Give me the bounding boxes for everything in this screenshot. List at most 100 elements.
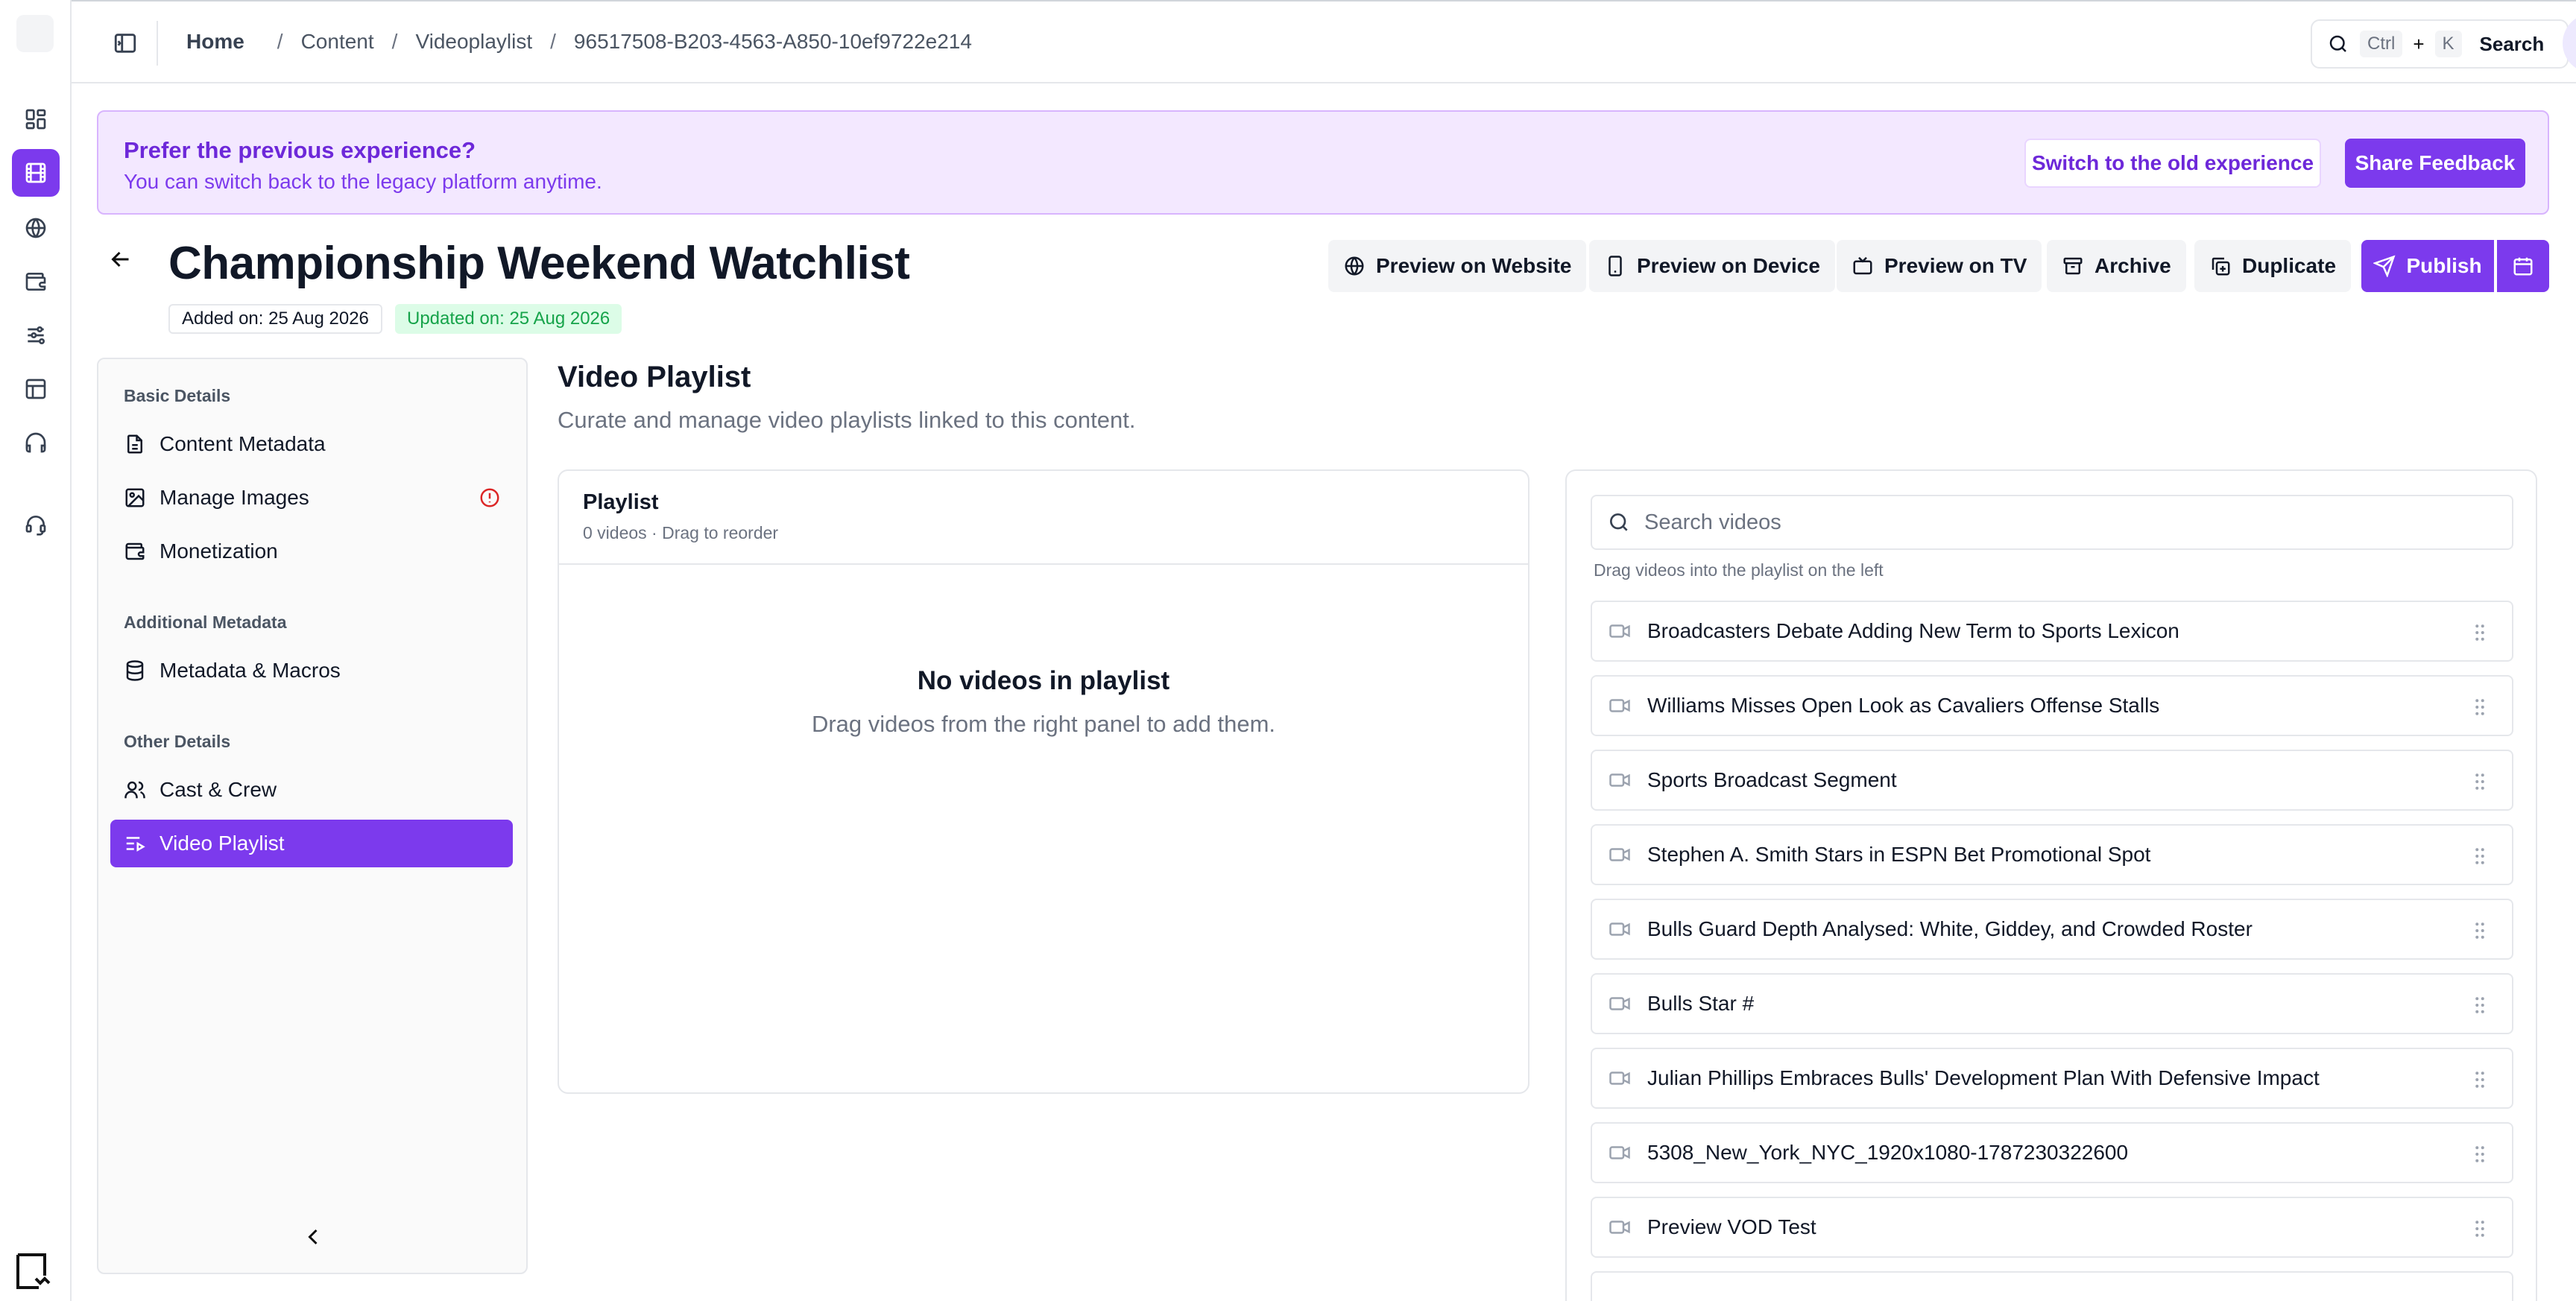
drag-handle-icon[interactable] (2469, 919, 2491, 942)
drag-handle-icon[interactable] (2469, 1143, 2491, 1165)
video-item[interactable]: Sports Broadcast Segment (1591, 750, 2513, 811)
schedule-button[interactable] (2497, 240, 2549, 292)
headphones-icon[interactable] (12, 419, 60, 466)
video-item[interactable]: Bulls Star # (1591, 973, 2513, 1034)
empty-state-title: No videos in playlist (917, 666, 1170, 695)
switch-old-experience-button[interactable]: Switch to the old experience (2024, 139, 2321, 188)
video-item[interactable]: Williams Misses Open Look as Cavaliers O… (1591, 675, 2513, 736)
duplicate-button[interactable]: Duplicate (2194, 240, 2352, 292)
publish-button[interactable]: Publish (2361, 240, 2494, 292)
sidebar-item-video-playlist[interactable]: Video Playlist (110, 820, 513, 867)
video-search-input[interactable] (1644, 510, 2497, 535)
drag-handle-icon[interactable] (2469, 621, 2491, 644)
video-camera-icon (1609, 922, 1630, 936)
video-camera-icon (1609, 997, 1630, 1010)
playlist-icon (126, 837, 145, 852)
sidebar-item-label: Manage Images (160, 486, 309, 509)
drag-handle-icon[interactable] (2469, 696, 2491, 718)
banner-title: Prefer the previous experience? (124, 137, 476, 163)
drag-handle-icon[interactable] (2469, 845, 2491, 867)
sidebar-item-cast-crew[interactable]: Cast & Crew (110, 766, 513, 814)
sliders-icon[interactable] (12, 311, 60, 359)
video-item[interactable]: Preview VOD Test (1591, 1197, 2513, 1258)
back-arrow-icon[interactable] (107, 246, 134, 273)
video-camera-icon (1609, 699, 1630, 712)
breadcrumb-current-id: 96517508-B203-4563-A850-10ef9722e214 (573, 30, 972, 53)
drag-handle-icon[interactable] (2469, 1218, 2491, 1240)
video-list: Broadcasters Debate Adding New Term to S… (1591, 601, 2513, 1301)
top-bar: Home / Content / Videoplaylist / 9651750… (72, 0, 2576, 83)
database-icon (126, 660, 144, 681)
playlist-header: Playlist 0 videos · Drag to reorder (559, 471, 1528, 565)
section-description: Curate and manage video playlists linked… (558, 407, 1136, 433)
playlist-panel[interactable]: Playlist 0 videos · Drag to reorder No v… (558, 469, 1530, 1094)
sidebar-item-metadata-macros[interactable]: Metadata & Macros (110, 647, 513, 694)
added-date-badge: Added on: 25 Aug 2026 (168, 304, 382, 334)
global-search-button[interactable]: Ctrl + K Search (2311, 19, 2569, 69)
sidebar-item-manage-images[interactable]: Manage Images (110, 474, 513, 522)
phone-icon (1609, 256, 1622, 276)
breadcrumb-home[interactable]: Home (186, 30, 244, 54)
app-rail (0, 0, 72, 1301)
breadcrumb-separator: / (550, 30, 556, 53)
video-title: Preview VOD Test (1647, 1215, 1816, 1238)
playlist-title: Playlist (583, 490, 659, 514)
globe-icon[interactable] (12, 204, 60, 252)
preview-device-label: Preview on Device (1637, 254, 1820, 277)
divider (157, 21, 158, 66)
sidebar-item-label: Video Playlist (160, 832, 285, 855)
video-search-field[interactable] (1591, 495, 2513, 550)
drag-handle-icon[interactable] (2469, 994, 2491, 1016)
search-icon (1610, 513, 1628, 531)
wallet-icon[interactable] (12, 258, 60, 306)
video-title: Julian Phillips Embraces Bulls' Developm… (1647, 1066, 2320, 1089)
section-title: Video Playlist (558, 361, 751, 393)
drag-handle-icon[interactable] (2469, 1069, 2491, 1091)
sidebar-item-label: Cast & Crew (160, 778, 277, 801)
breadcrumb-content[interactable]: Content (301, 30, 374, 54)
videos-panel: Drag videos into the playlist on the lef… (1565, 469, 2537, 1301)
video-item[interactable]: Stephen A. Smith Stars in ESPN Bet Promo… (1591, 824, 2513, 885)
video-item[interactable]: 5308_New_York_NYC_1920x1080-178723032260… (1591, 1122, 2513, 1183)
dashboard-icon[interactable] (12, 95, 60, 143)
sidebar-item-content-metadata[interactable]: Content Metadata (110, 420, 513, 468)
preview-tv-button[interactable]: Preview on TV (1837, 240, 2042, 292)
archive-button[interactable]: Archive (2047, 240, 2186, 292)
film-icon[interactable] (12, 149, 60, 197)
app-logo[interactable] (16, 15, 54, 52)
video-item-partial[interactable] (1591, 1271, 2513, 1301)
duplicate-icon (2212, 257, 2230, 276)
video-title: Broadcasters Debate Adding New Term to S… (1647, 619, 2179, 642)
video-title: Stephen A. Smith Stars in ESPN Bet Promo… (1647, 843, 2151, 866)
legacy-banner: Prefer the previous experience? You can … (97, 110, 2549, 215)
preview-device-button[interactable]: Preview on Device (1589, 240, 1835, 292)
video-title: 5308_New_York_NYC_1920x1080-178723032260… (1647, 1141, 2129, 1164)
sidebar-item-label: Content Metadata (160, 432, 326, 455)
feedback-widget-icon[interactable] (12, 1249, 57, 1294)
preview-website-button[interactable]: Preview on Website (1328, 240, 1587, 292)
share-feedback-button[interactable]: Share Feedback (2345, 139, 2525, 188)
breadcrumb-videoplaylist[interactable]: Videoplaylist (415, 30, 532, 54)
chevron-left-icon[interactable] (300, 1224, 326, 1250)
support-icon[interactable] (12, 501, 60, 548)
sidebar-toggle-icon[interactable] (109, 27, 142, 60)
video-item[interactable]: Broadcasters Debate Adding New Term to S… (1591, 601, 2513, 662)
video-camera-icon (1609, 773, 1630, 787)
breadcrumb-separator: / (391, 30, 398, 53)
users-icon (124, 781, 145, 799)
search-label: Search (2479, 32, 2545, 55)
banner-subtitle: You can switch back to the legacy platfo… (124, 170, 602, 193)
nav-section-other: Other Details (124, 732, 231, 751)
preview-tv-label: Preview on TV (1884, 254, 2027, 277)
publish-label: Publish (2406, 254, 2482, 277)
video-item[interactable]: Julian Phillips Embraces Bulls' Developm… (1591, 1048, 2513, 1109)
video-item[interactable]: Bulls Guard Depth Analysed: White, Gidde… (1591, 899, 2513, 960)
drag-handle-icon[interactable] (2469, 770, 2491, 793)
archive-icon (2063, 257, 2083, 275)
nav-section-basic: Basic Details (124, 386, 231, 405)
drag-hint: Drag videos into the playlist on the lef… (1594, 560, 1884, 580)
alert-icon (480, 488, 499, 507)
calendar-icon (2513, 257, 2533, 276)
sidebar-item-monetization[interactable]: Monetization (110, 528, 513, 575)
layout-icon[interactable] (12, 365, 60, 413)
